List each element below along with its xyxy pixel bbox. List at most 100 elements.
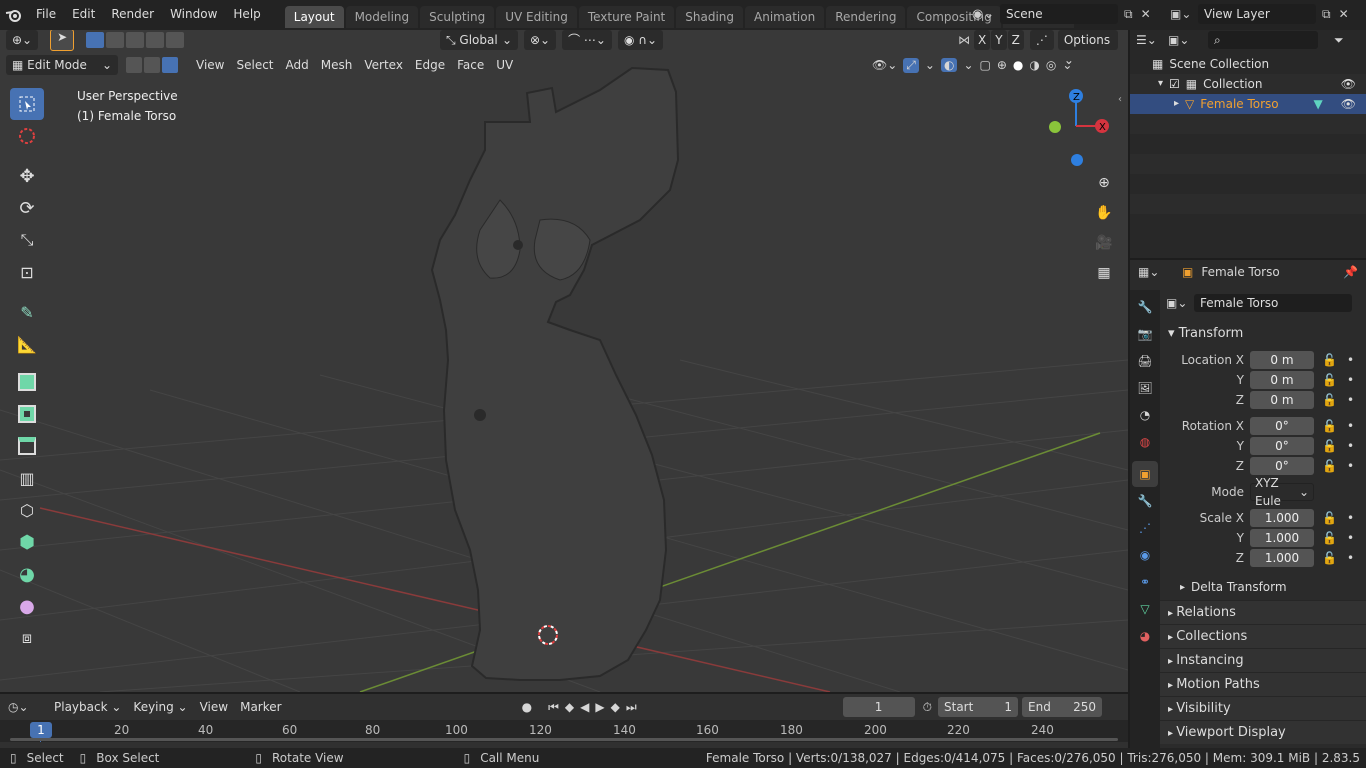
mesh-options-icon[interactable]: ⋰ — [1029, 30, 1054, 50]
overlays-chevron-icon[interactable]: ⌄ — [963, 58, 973, 72]
mirror-y-toggle[interactable]: Y — [991, 30, 1007, 50]
select-invert-icon[interactable] — [146, 32, 165, 48]
vertex-select-icon[interactable] — [126, 57, 142, 73]
camera-icon[interactable]: 🎥 — [1091, 230, 1117, 256]
constraints-tab-icon[interactable]: ⚭ — [1132, 569, 1158, 595]
keyframe-dot-icon[interactable]: • — [1347, 551, 1354, 565]
rotation-mode-dropdown[interactable]: XYZ Eule ⌄ — [1250, 476, 1314, 508]
location-z-field[interactable]: 0 m — [1250, 391, 1314, 409]
select-intersect-icon[interactable] — [166, 32, 185, 48]
transform-tool-icon[interactable]: ⊡ — [10, 256, 44, 288]
shear-tool-icon[interactable]: ⧈ — [10, 622, 44, 654]
timeline-editor-icon[interactable]: ◷⌄ — [8, 700, 38, 714]
navigation-gizmo[interactable]: Z X — [1040, 86, 1116, 166]
checkbox-icon[interactable]: ☑ — [1169, 74, 1180, 94]
keyframe-dot-icon[interactable]: • — [1347, 373, 1354, 387]
delete-scene-icon[interactable]: ✕ — [1141, 7, 1151, 21]
particles-tab-icon[interactable]: ⋰ — [1132, 515, 1158, 541]
lock-icon[interactable]: 🔓 — [1322, 459, 1337, 473]
measure-tool-icon[interactable]: 📐 — [10, 328, 44, 360]
collections-panel[interactable]: ▸ Collections — [1160, 624, 1366, 648]
scene-icon[interactable]: ◉⌄ — [972, 7, 1000, 22]
keyframe-dot-icon[interactable]: • — [1347, 531, 1354, 545]
extrude-tool-icon[interactable] — [10, 366, 44, 398]
rotation-x-field[interactable]: 0° — [1250, 417, 1314, 435]
playback-menu[interactable]: Playback ⌄ — [48, 697, 127, 717]
keyframe-dot-icon[interactable]: • — [1347, 459, 1354, 473]
move-tool-icon[interactable]: ✥ — [10, 160, 44, 192]
spin-tool-icon[interactable]: ◕ — [10, 558, 44, 590]
current-frame-field[interactable]: 1 — [842, 697, 915, 717]
inset-tool-icon[interactable] — [10, 398, 44, 430]
tab-shading[interactable]: Shading — [676, 6, 743, 28]
properties-editor-icon[interactable]: ▦⌄ — [1138, 265, 1168, 279]
next-keyframe-icon[interactable]: ◆ — [611, 700, 620, 714]
rotation-z-field[interactable]: 0° — [1250, 457, 1314, 475]
modifier-tab-icon[interactable]: 🔧 — [1132, 488, 1158, 514]
record-icon[interactable]: ● — [522, 700, 532, 714]
output-tab-icon[interactable]: 🖨 — [1132, 348, 1158, 374]
face-select-icon[interactable] — [162, 57, 178, 73]
keying-menu[interactable]: Keying ⌄ — [127, 697, 193, 717]
jump-start-icon[interactable]: ⏮ — [548, 700, 559, 715]
outliner-row-scene-collection[interactable]: ▦ Scene Collection — [1130, 54, 1366, 74]
scale-tool-icon[interactable]: ⤡ — [10, 224, 44, 256]
stopwatch-icon[interactable]: ⏱ — [923, 700, 932, 715]
start-frame-field[interactable]: Start 1 — [938, 697, 1018, 717]
mode-dropdown[interactable]: ▦ Edit Mode ⌄ — [6, 55, 118, 75]
select-extend-icon[interactable] — [106, 32, 125, 48]
prev-keyframe-icon[interactable]: ◆ — [565, 700, 574, 714]
xray-icon[interactable]: ▢ — [980, 58, 991, 72]
edge-select-icon[interactable] — [144, 57, 160, 73]
visibility-eye-icon[interactable]: 👁 — [1341, 74, 1356, 94]
shading-options-icon[interactable]: ⌄ — [1062, 58, 1072, 72]
filter-icon[interactable]: ⏷ — [1334, 33, 1344, 48]
tab-sculpting[interactable]: Sculpting — [420, 6, 495, 28]
new-view-layer-icon[interactable]: ⧉ — [1322, 7, 1331, 22]
menu-select[interactable]: Select — [230, 55, 279, 75]
scale-z-field[interactable]: 1.000 — [1250, 549, 1314, 567]
menu-vertex[interactable]: Vertex — [358, 55, 409, 75]
play-reverse-icon[interactable]: ◀ — [580, 700, 589, 714]
knife-tool-icon[interactable]: ⬡ — [10, 494, 44, 526]
female-torso-mesh[interactable] — [430, 66, 680, 681]
loop-cut-tool-icon[interactable]: ▥ — [10, 462, 44, 494]
render-tab-icon[interactable]: 📷 — [1132, 321, 1158, 347]
mirror-x-toggle[interactable]: X — [974, 30, 991, 50]
delta-transform-subpanel[interactable]: ▸ Delta Transform — [1160, 576, 1366, 598]
end-frame-field[interactable]: End 250 — [1022, 697, 1102, 717]
gizmo-neg-z-icon[interactable] — [1071, 154, 1083, 166]
tab-uv-editing[interactable]: UV Editing — [496, 6, 577, 28]
relations-panel[interactable]: ▸ Relations — [1160, 600, 1366, 624]
pan-hand-icon[interactable]: ✋ — [1091, 200, 1117, 226]
world-tab-icon[interactable]: ◍ — [1132, 429, 1158, 455]
lock-icon[interactable]: 🔓 — [1322, 393, 1337, 407]
material-shading-icon[interactable]: ◑ — [1029, 58, 1039, 72]
location-y-field[interactable]: 0 m — [1250, 371, 1314, 389]
wireframe-shading-icon[interactable]: ⊕ — [997, 58, 1007, 72]
poly-build-tool-icon[interactable]: ⬢ — [10, 526, 44, 558]
play-icon[interactable]: ▶ — [595, 700, 604, 714]
keyframe-dot-icon[interactable]: • — [1347, 419, 1354, 433]
gizmo-chevron-icon[interactable]: ⌄ — [925, 58, 935, 72]
menu-view[interactable]: View — [190, 55, 230, 75]
lock-icon[interactable]: 🔓 — [1322, 419, 1337, 433]
3d-viewport[interactable]: ⊕⌄ ➤ ⤡ Global ⌄ ⊗⌄ ⌒ ⋯⌄ ◉ ∩⌄ ⋈ X Y Z ⋰ Op… — [0, 30, 1128, 692]
outliner-row-collection[interactable]: ▾ ☑ ▦ Collection 👁 — [1130, 74, 1366, 94]
physics-tab-icon[interactable]: ◉ — [1132, 542, 1158, 568]
menu-face[interactable]: Face — [451, 55, 490, 75]
perspective-grid-icon[interactable]: ▦ — [1091, 260, 1117, 286]
tab-layout[interactable]: Layout — [284, 6, 344, 28]
new-scene-icon[interactable]: ⧉ — [1124, 7, 1133, 22]
lock-icon[interactable]: 🔓 — [1322, 551, 1337, 565]
outliner-editor-icon[interactable]: ☰⌄ — [1136, 33, 1162, 47]
tab-modeling[interactable]: Modeling — [345, 6, 419, 28]
cursor-tool-icon[interactable] — [10, 120, 44, 152]
scale-x-field[interactable]: 1.000 — [1250, 509, 1314, 527]
select-tool-icon[interactable]: ➤ — [50, 30, 75, 51]
expand-arrow-icon[interactable]: ▾ — [1158, 74, 1163, 94]
select-subtract-icon[interactable] — [126, 32, 145, 48]
pin-icon[interactable]: 📌 — [1343, 265, 1358, 279]
view-layer-icon[interactable]: ▣⌄ — [1170, 7, 1198, 21]
tool-tab-icon[interactable]: 🔧 — [1132, 294, 1158, 320]
